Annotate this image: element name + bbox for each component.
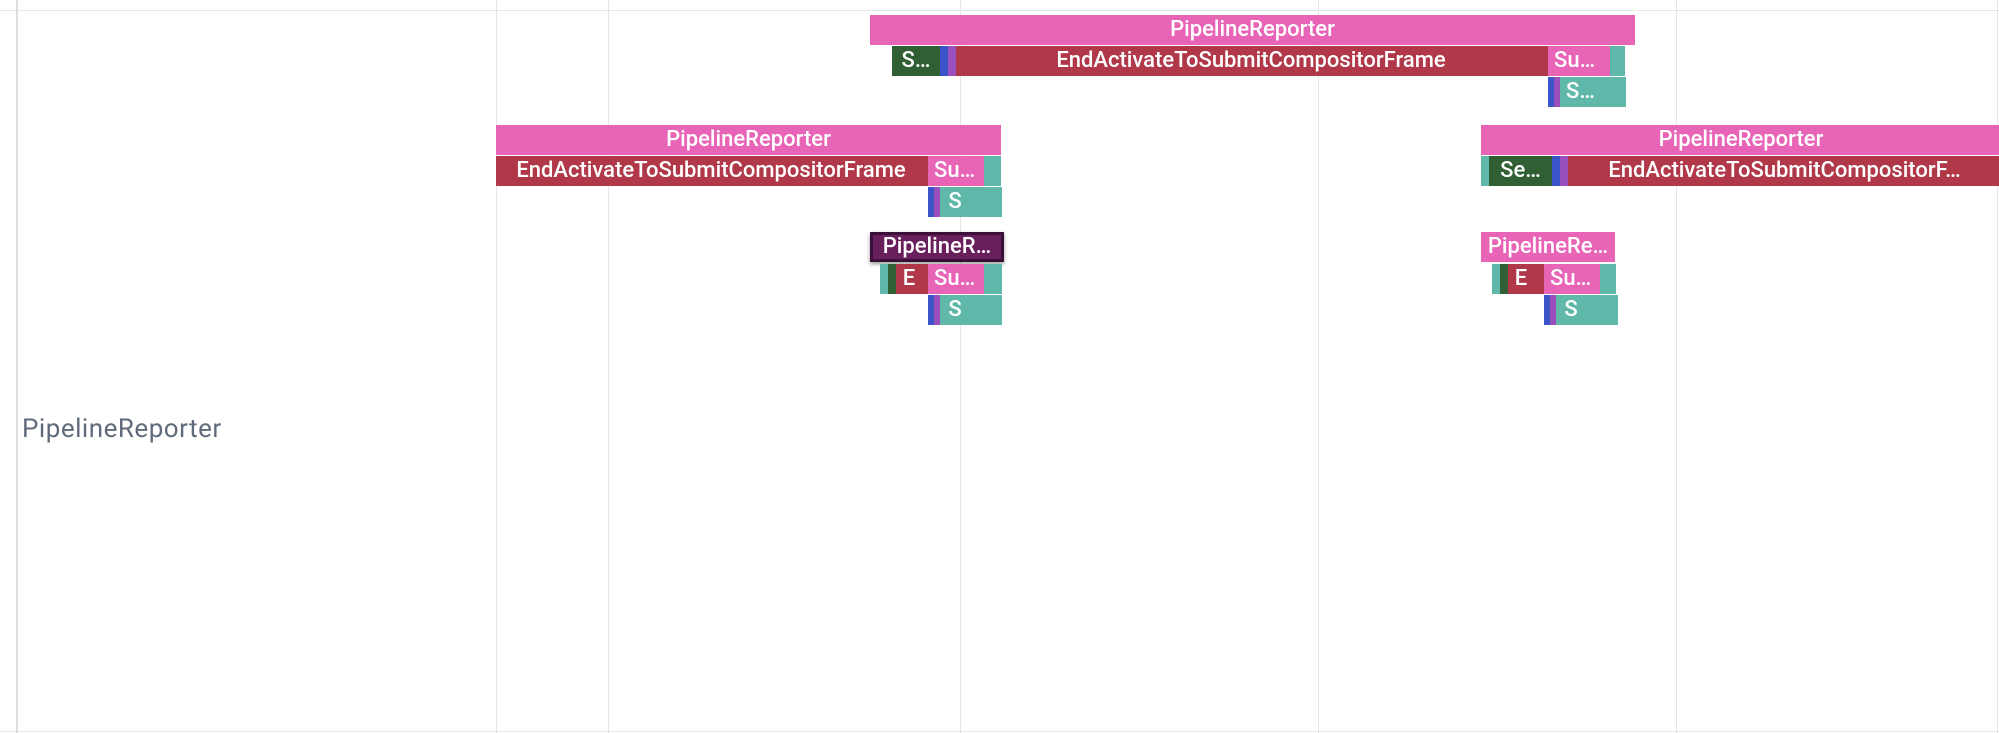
track-label: PipelineReporter <box>22 414 222 444</box>
slice-teal-tail[interactable] <box>970 295 1002 325</box>
slice-sub[interactable]: Sub… <box>928 264 984 294</box>
slice-teal-tail[interactable] <box>1586 295 1618 325</box>
slice-endactivate[interactable]: EndActivateToSubmitCompositorFrame <box>504 156 918 186</box>
slice-teal-end[interactable] <box>1600 264 1616 294</box>
slice-sub[interactable]: Sub… <box>928 156 984 186</box>
slice-teal-end[interactable] <box>984 156 1001 186</box>
grid-vline <box>1318 0 1319 733</box>
slice-endactivate[interactable]: EndActivateToSubmitCompositorFrame <box>964 46 1538 76</box>
slice-pipeline-reporter[interactable]: PipelineReporter <box>496 125 1001 155</box>
slice-teal-end[interactable] <box>984 264 1002 294</box>
slice-s-teal[interactable]: S <box>940 295 970 325</box>
slice-teal-tail[interactable] <box>970 187 1002 217</box>
track-border <box>16 0 18 733</box>
grid-vline <box>608 0 609 733</box>
slice-se[interactable]: Se… <box>1489 156 1552 186</box>
slice-endactivate-r[interactable]: EndActivateToSubmitCompositorF… <box>1568 156 1999 186</box>
grid-hline <box>0 10 1999 11</box>
slice-teal-end[interactable] <box>1610 46 1625 76</box>
grid-vline <box>1676 0 1677 733</box>
slice-s[interactable]: S… <box>892 46 940 76</box>
slice-s-teal[interactable]: S <box>1556 295 1586 325</box>
slice-pipeline-reporter-r[interactable]: PipelineReporter <box>1481 125 1999 155</box>
slice-e[interactable]: E <box>896 264 922 294</box>
timeline-grid <box>0 0 1999 733</box>
slice-pipeline-reporter[interactable]: PipelineRe… <box>1481 232 1615 262</box>
slice-s-teal[interactable]: S… <box>1560 77 1596 107</box>
grid-vline <box>1997 0 1998 733</box>
slice-e[interactable]: E <box>1508 264 1534 294</box>
grid-vline <box>496 0 497 733</box>
slice-s-teal[interactable]: S <box>940 187 970 217</box>
slice-pipeline-reporter-sel[interactable]: PipelineR… <box>870 232 1004 262</box>
grid-hline <box>0 731 1999 732</box>
grid-vline <box>960 0 961 733</box>
slice-sub[interactable]: Sub… <box>1544 264 1600 294</box>
slice-pipeline-reporter[interactable]: PipelineReporter <box>870 15 1635 45</box>
slice-teal-tail[interactable] <box>1596 77 1626 107</box>
slice-sub[interactable]: Sub… <box>1548 46 1610 76</box>
